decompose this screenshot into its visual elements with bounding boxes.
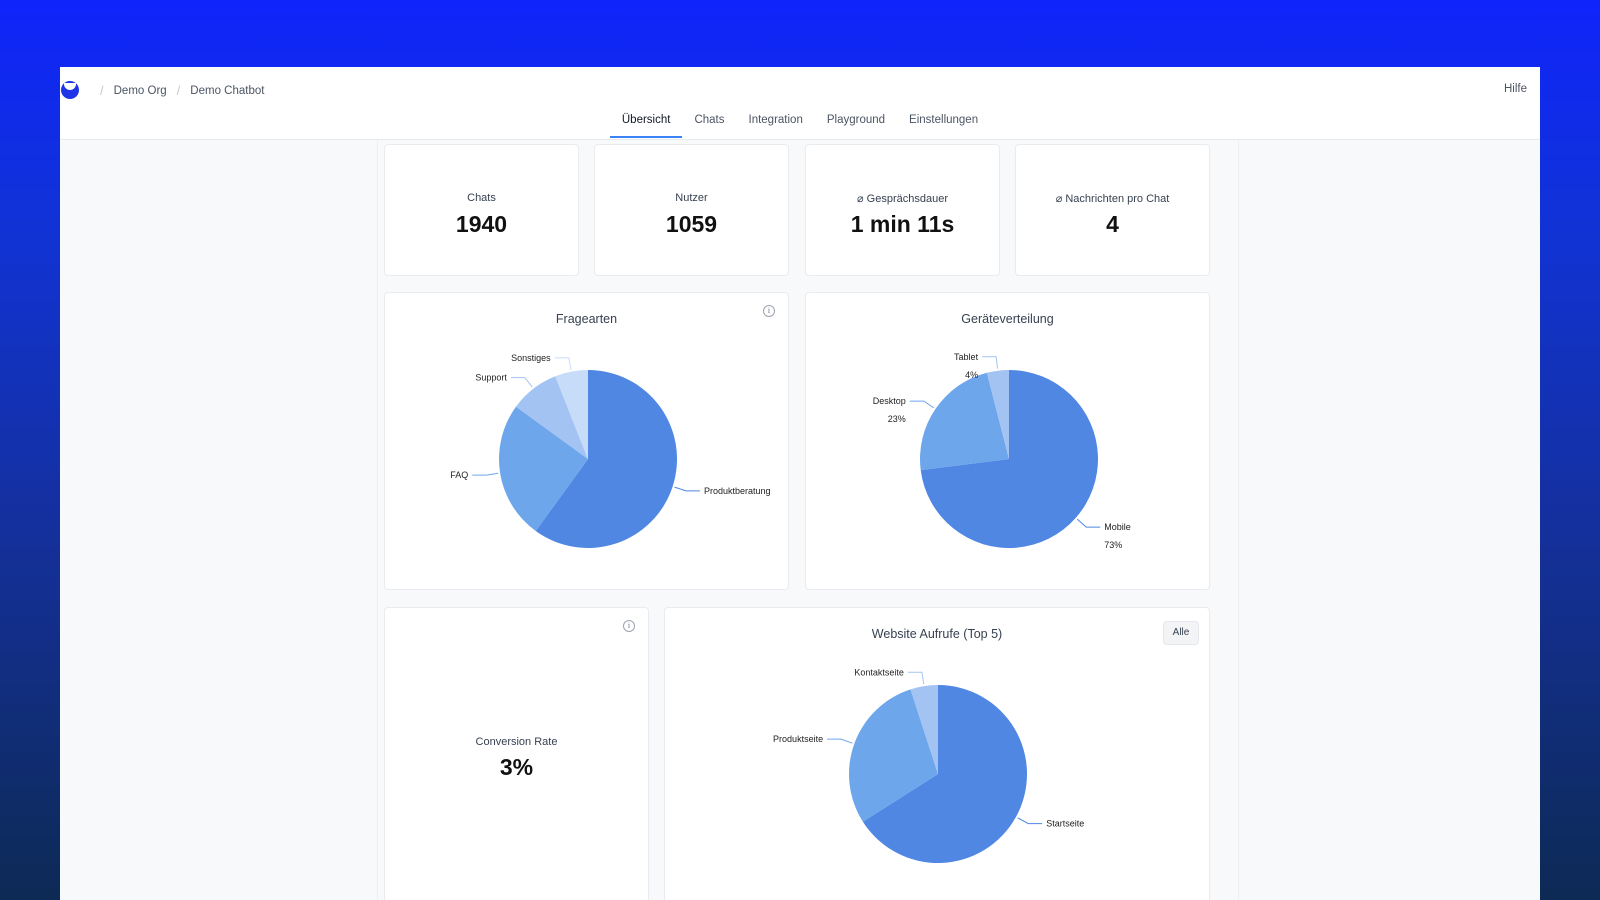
stat-card-chats: Chats 1940	[384, 144, 579, 276]
slice-label: Startseite	[1046, 819, 1084, 829]
leader-line	[1017, 817, 1043, 825]
stat-card-messages: ⌀ Nachrichten pro Chat 4	[1015, 144, 1210, 276]
dashboard-content: Chats 1940 Nutzer 1059 ⌀ Gesprächsdauer …	[377, 140, 1239, 900]
slice-label: Support	[475, 373, 507, 383]
stat-value: 1 min 11s	[850, 211, 955, 237]
stat-card-users: Nutzer 1059	[594, 144, 789, 276]
tab-chats[interactable]: Chats	[682, 110, 736, 138]
leader-line	[674, 486, 700, 492]
conversion-label: Conversion Rate	[475, 736, 558, 748]
stat-card-duration: ⌀ Gesprächsdauer 1 min 11s	[805, 144, 1000, 276]
help-link[interactable]: Hilfe	[1504, 83, 1527, 95]
top-bar: / Demo Org / Demo Chatbot Hilfe Übersich…	[60, 67, 1540, 140]
stat-value: 4	[1106, 211, 1119, 237]
tab-playground[interactable]: Playground	[815, 110, 897, 138]
chart-card-website-views: Website Aufrufe (Top 5) Alle Startseite P…	[664, 607, 1210, 900]
leader-line	[510, 377, 533, 388]
slice-label: Mobile	[1104, 522, 1131, 532]
logo-icon[interactable]	[61, 81, 79, 99]
breadcrumb-separator: /	[176, 83, 181, 98]
slice-value-label: 23%	[888, 414, 906, 424]
stat-label: ⌀ Gesprächsdauer	[856, 193, 948, 205]
slice-label: Produktberatung	[704, 486, 771, 496]
tab-bar: Übersicht Chats Integration Playground E…	[60, 110, 1540, 138]
slice-value-label: 4%	[965, 370, 978, 380]
slice-label: Sonstiges	[511, 353, 551, 363]
chart-card-question-types: Fragearten i Produktberatung FAQ Support So…	[384, 292, 789, 590]
breadcrumb-separator: /	[100, 83, 104, 98]
slice-label: Desktop	[873, 396, 906, 406]
breadcrumb-org[interactable]: Demo Org	[114, 85, 167, 97]
conversion-card: i Conversion Rate 3%	[384, 607, 649, 900]
slice-label: Produktseite	[773, 734, 823, 744]
breadcrumb-bot[interactable]: Demo Chatbot	[190, 85, 264, 97]
leader-line	[909, 400, 935, 409]
leader-line	[472, 472, 499, 476]
tab-settings[interactable]: Einstellungen	[897, 110, 990, 138]
app-window: / Demo Org / Demo Chatbot Hilfe Übersich…	[60, 67, 1540, 900]
stat-label: Nutzer	[675, 192, 708, 204]
leader-line	[982, 356, 999, 369]
leader-line	[907, 671, 925, 685]
pie-chart-website-views: Startseite Produktseite Kontaktseite	[773, 667, 1084, 863]
slice-label: Kontaktseite	[854, 667, 904, 677]
stat-value: 1940	[455, 211, 508, 237]
slice-value-label: 73%	[1104, 540, 1122, 550]
tab-overview[interactable]: Übersicht	[609, 110, 683, 138]
slice-label: Tablet	[954, 352, 979, 362]
conversion-value: 3%	[499, 754, 534, 780]
slice-label: FAQ	[450, 470, 468, 480]
chart-card-device-distribution: Geräteverteilung Mobile 73% Desktop 23% Tabl…	[805, 292, 1210, 590]
pie-chart-device-distribution: Mobile 73% Desktop 23% Tablet 4%	[873, 352, 1131, 550]
info-icon[interactable]: i	[623, 620, 635, 632]
leader-line	[1076, 518, 1101, 528]
leader-line	[827, 738, 853, 744]
tab-integration[interactable]: Integration	[737, 110, 815, 138]
breadcrumb: / Demo Org / Demo Chatbot	[90, 83, 264, 98]
leader-line	[554, 357, 572, 370]
pie-chart-question-types: Produktberatung FAQ Support Sonstiges	[450, 353, 771, 548]
stat-label: ⌀ Nachrichten pro Chat	[1055, 193, 1170, 205]
stat-label: Chats	[467, 192, 496, 204]
stat-value: 1059	[665, 211, 718, 237]
